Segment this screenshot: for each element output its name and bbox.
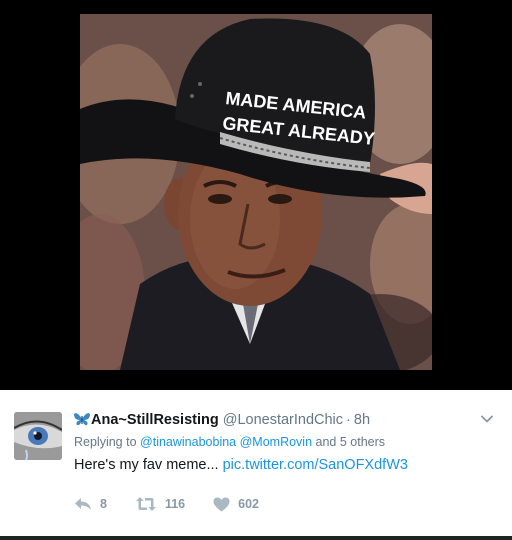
- replying-to: Replying to @tinawinabobina @MomRovin an…: [74, 433, 385, 451]
- bottom-divider: [0, 536, 512, 540]
- avatar-eye-image: [14, 412, 62, 460]
- reply-button[interactable]: 8: [74, 496, 107, 512]
- avatar[interactable]: [14, 412, 62, 460]
- retweet-icon: [135, 496, 157, 512]
- chevron-down-icon[interactable]: [480, 412, 494, 426]
- tweet-text: Here's my fav meme... pic.twitter.com/Sa…: [74, 454, 408, 476]
- timestamp[interactable]: 8h: [354, 412, 370, 428]
- tweet[interactable]: Ana~StillResisting @LonestarIndChic · 8h Re…: [0, 390, 512, 536]
- heart-icon: [213, 497, 230, 512]
- photo-illustration: MADE AMERICA GREAT ALREADY: [80, 14, 432, 370]
- user-handle[interactable]: @LonestarIndChic: [223, 412, 343, 428]
- retweet-count: 116: [164, 497, 186, 511]
- reply-count: 8: [100, 497, 107, 511]
- tweet-header: Ana~StillResisting @LonestarIndChic · 8h: [74, 410, 370, 430]
- tweet-photo[interactable]: MADE AMERICA GREAT ALREADY: [80, 14, 432, 370]
- mention-link[interactable]: @MomRovin: [240, 435, 312, 449]
- replying-to-others[interactable]: and 5 others: [316, 435, 386, 449]
- tweet-body: Here's my fav meme...: [74, 457, 219, 473]
- tweet-media-panel[interactable]: MADE AMERICA GREAT ALREADY: [0, 0, 512, 390]
- like-count: 602: [238, 497, 259, 511]
- tweet-media-link[interactable]: pic.twitter.com/SanOFXdfW3: [223, 457, 408, 473]
- retweet-button[interactable]: 116: [135, 496, 185, 512]
- reply-icon: [74, 496, 92, 512]
- butterfly-icon: [74, 412, 90, 432]
- replying-to-prefix: Replying to: [74, 435, 137, 449]
- like-button[interactable]: 602: [213, 497, 259, 512]
- separator-dot: ·: [346, 412, 351, 428]
- display-name[interactable]: Ana~StillResisting: [91, 412, 219, 428]
- mention-link[interactable]: @tinawinabobina: [140, 435, 236, 449]
- tweet-actions: 8 116 602: [74, 494, 287, 514]
